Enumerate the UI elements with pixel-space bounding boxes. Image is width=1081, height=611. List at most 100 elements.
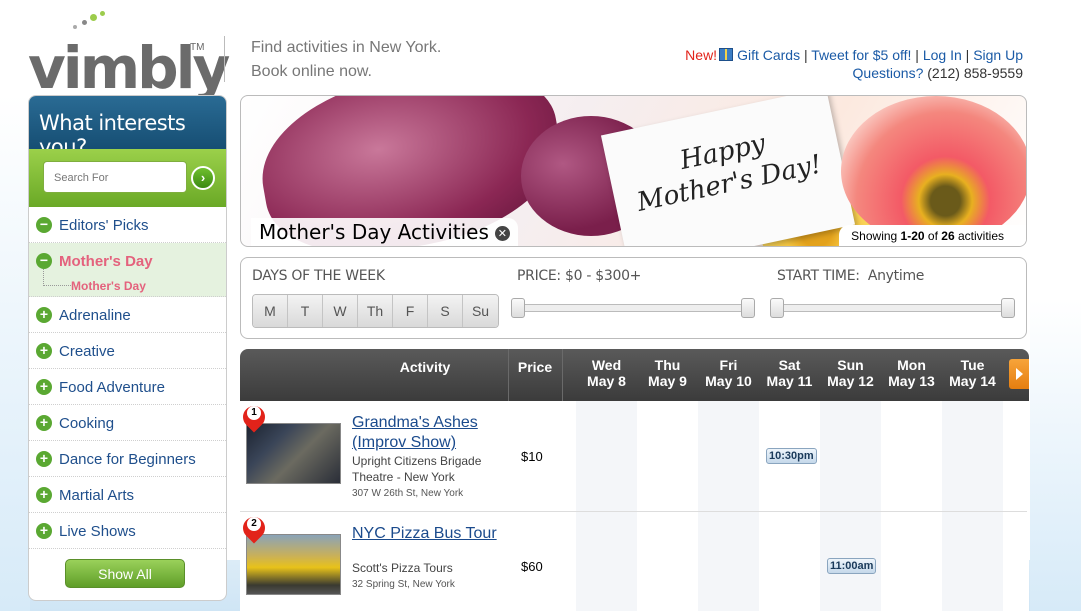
activity-thumbnail[interactable] <box>246 534 341 595</box>
header-day-name: Sat <box>778 357 801 373</box>
sidebar-item-label: Cooking <box>59 415 115 432</box>
tagline: Find activities in New York. Book online… <box>251 36 441 84</box>
pink-flower-image <box>841 96 1026 246</box>
sidebar-item-cooking[interactable]: + Cooking <box>29 405 226 441</box>
login-link[interactable]: Log In <box>923 47 962 63</box>
plus-icon: + <box>36 307 52 323</box>
activity-title-link[interactable]: NYC Pizza Bus Tour <box>352 524 522 544</box>
price-slider-track <box>511 304 755 312</box>
sidebar-header: What interests you? <box>29 96 226 159</box>
sidebar-item-label: Live Shows <box>59 523 136 540</box>
table-header: Activity Price Wed May 8 Thu May 9 Fri M… <box>240 349 1029 401</box>
new-badge: New! <box>685 47 718 63</box>
venue-line: Scott's Pizza Tours <box>352 561 453 575</box>
sidebar-item-label: Food Adventure <box>59 379 165 396</box>
table-row: 1 Grandma's Ashes (Improv Show) Upright … <box>240 401 1027 512</box>
plus-icon: + <box>36 379 52 395</box>
minus-icon: − <box>36 217 52 233</box>
time-slot-button[interactable]: 10:30pm <box>766 448 817 464</box>
price-slider-min-handle[interactable] <box>511 298 525 318</box>
activity-title-link[interactable]: Grandma's Ashes (Improv Show) <box>352 413 502 453</box>
column-separator <box>508 349 509 401</box>
plus-icon: + <box>36 487 52 503</box>
day-of-week-selector: M T W Th F S Su <box>252 294 499 328</box>
price-slider[interactable] <box>511 298 755 318</box>
header-day-date: May 13 <box>888 373 935 389</box>
sidebar-item-label: Adrenaline <box>59 307 131 324</box>
activity-title-line: NYC Pizza Bus Tour <box>352 525 497 542</box>
sidebar-item-adrenaline[interactable]: + Adrenaline <box>29 297 226 333</box>
header-divider <box>224 36 225 82</box>
plus-icon: + <box>36 343 52 359</box>
sidebar-subitem-mothers-day[interactable]: Mother's Day <box>71 279 146 293</box>
sidebar-item-mothers-day[interactable]: − Mother's Day Mother's Day <box>29 243 226 297</box>
day-button-tue[interactable]: T <box>288 295 323 327</box>
sidebar-item-martial-arts[interactable]: + Martial Arts <box>29 477 226 513</box>
sidebar-item-live-shows[interactable]: + Live Shows <box>29 513 226 549</box>
start-time-label-text: START TIME: <box>777 268 860 284</box>
gift-icon <box>719 48 734 61</box>
sidebar-item-label: Martial Arts <box>59 487 135 504</box>
sidebar-item-creative[interactable]: + Creative <box>29 333 226 369</box>
day-button-mon[interactable]: M <box>253 295 288 327</box>
filters-panel: DAYS OF THE WEEK M T W Th F S Su PRICE: … <box>240 257 1027 339</box>
show-all-button[interactable]: Show All <box>65 559 185 588</box>
questions-link[interactable]: Questions? <box>853 65 924 81</box>
mothers-day-banner: Happy Mother's Day! Mother's Day Activit… <box>240 95 1027 247</box>
activity-address: 32 Spring St, New York <box>352 579 455 590</box>
price-slider-max-handle[interactable] <box>741 298 755 318</box>
venue-line: Theatre - New York <box>352 470 455 484</box>
day-button-thu[interactable]: Th <box>358 295 393 327</box>
sidebar-item-dance-for-beginners[interactable]: + Dance for Beginners <box>29 441 226 477</box>
day-button-sat[interactable]: S <box>428 295 463 327</box>
next-week-arrow-button[interactable] <box>1009 359 1029 389</box>
header-day-sun: Sun May 12 <box>820 357 881 389</box>
header-day-thu: Thu May 9 <box>637 357 698 389</box>
start-time-slider-min-handle[interactable] <box>770 298 784 318</box>
close-icon[interactable]: ✕ <box>494 226 510 241</box>
sidebar-item-food-adventure[interactable]: + Food Adventure <box>29 369 226 405</box>
activity-thumbnail[interactable] <box>246 423 341 484</box>
header-day-fri: Fri May 10 <box>698 357 759 389</box>
top-links: New! Gift Cards | Tweet for $5 off! | Log… <box>685 47 1023 81</box>
plus-icon: + <box>36 523 52 539</box>
tagline-line2: Book online now. <box>251 63 372 80</box>
sidebar-footer: Show All <box>29 549 226 600</box>
day-button-wed[interactable]: W <box>323 295 358 327</box>
search-go-button[interactable]: › <box>191 166 215 190</box>
vimbly-logo[interactable]: vimbly TM <box>28 11 230 102</box>
results-count: Showing 1-20 of 26 activities <box>839 225 1026 246</box>
minus-icon: − <box>36 253 52 269</box>
venue-line: Upright Citizens Brigade <box>352 454 482 468</box>
signup-link[interactable]: Sign Up <box>973 47 1023 63</box>
start-time-slider[interactable] <box>770 298 1015 318</box>
table-row: 2 NYC Pizza Bus Tour Scott's Pizza Tours… <box>240 512 1027 611</box>
day-button-sun[interactable]: Su <box>463 295 498 327</box>
search-input[interactable]: Search For <box>43 161 187 193</box>
sidebar-item-editors-picks[interactable]: − Editors' Picks <box>29 207 226 243</box>
header-day-name: Tue <box>960 357 985 373</box>
activities-table: Activity Price Wed May 8 Thu May 9 Fri M… <box>240 349 1029 611</box>
header-day-date: May 11 <box>766 373 813 389</box>
tweet-link[interactable]: Tweet for $5 off! <box>811 47 911 63</box>
header-day-date: May 14 <box>949 373 996 389</box>
gift-cards-link[interactable]: Gift Cards <box>737 47 800 63</box>
showing-prefix: Showing <box>851 229 898 243</box>
header-day-date: May 10 <box>705 373 752 389</box>
map-pin-number: 2 <box>247 517 261 531</box>
header-day-name: Sun <box>837 357 864 373</box>
days-of-week-label: DAYS OF THE WEEK <box>252 268 385 284</box>
header-day-name: Mon <box>897 357 926 373</box>
banner-title: Mother's Day Activities ✕ <box>251 218 518 246</box>
header-price: Price <box>517 359 553 375</box>
start-time-slider-max-handle[interactable] <box>1001 298 1015 318</box>
logo-dot <box>82 20 87 25</box>
day-button-fri[interactable]: F <box>393 295 428 327</box>
activity-address: 307 W 26th St, New York <box>352 488 464 499</box>
time-slot-button[interactable]: 11:00am <box>827 558 877 574</box>
activity-title-line: (Improv Show) <box>352 434 457 451</box>
activity-price: $60 <box>521 559 543 574</box>
page-background-left <box>0 95 30 611</box>
header-day-sat: Sat May 11 <box>759 357 820 389</box>
phone-number: (212) 858-9559 <box>927 65 1023 81</box>
